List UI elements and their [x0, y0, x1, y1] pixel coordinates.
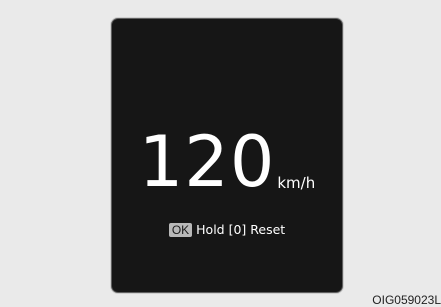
reset-instruction-text: Hold [0] Reset: [196, 221, 286, 237]
reset-instruction-row: OK Hold [0] Reset: [112, 221, 342, 238]
speed-value: 120: [138, 121, 276, 203]
speed-unit: km/h: [277, 174, 316, 192]
ok-key-badge: OK: [168, 222, 193, 237]
figure-code-label: OIG059023L: [372, 294, 441, 307]
speed-readout: 120 km/h: [112, 127, 342, 197]
cluster-display-panel: 120 km/h OK Hold [0] Reset: [111, 18, 343, 293]
